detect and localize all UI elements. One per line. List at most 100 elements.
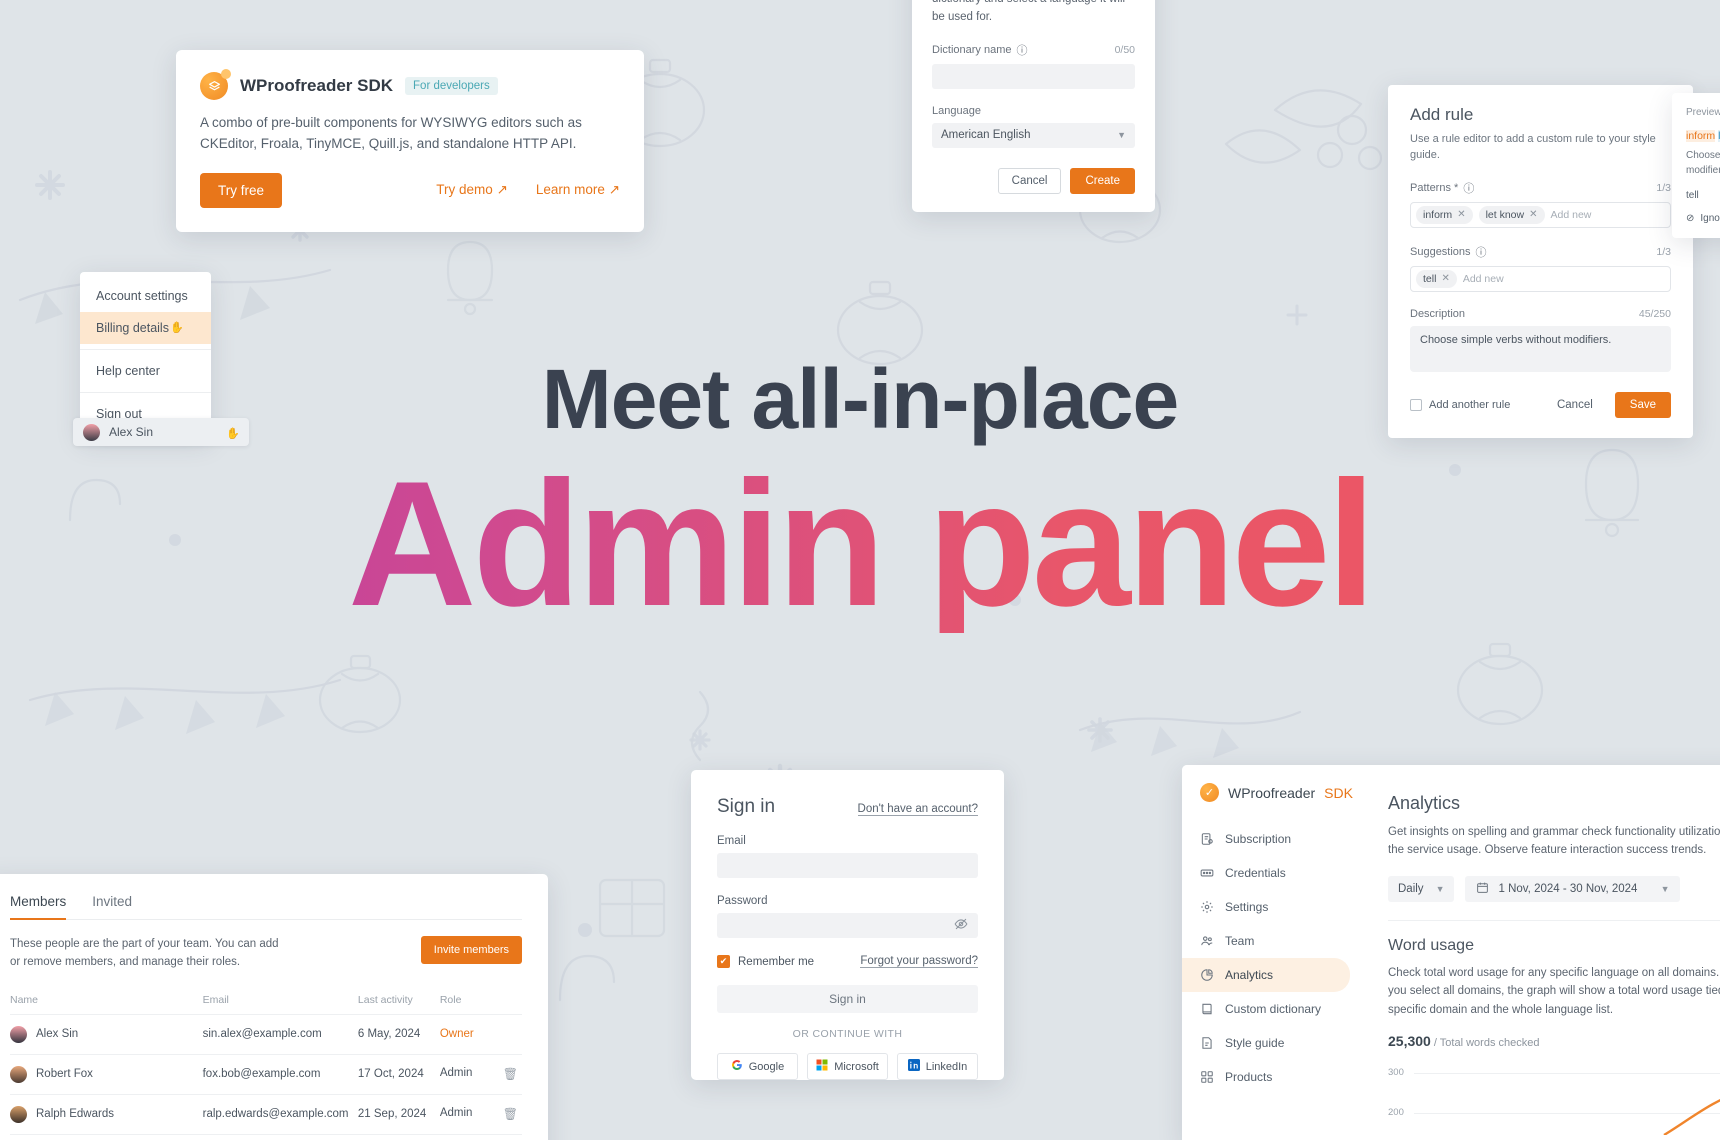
table-row[interactable]: Robert Fox fox.bob@example.com 17 Oct, 2… [10, 1053, 522, 1095]
menu-item-help-center[interactable]: Help center [80, 355, 211, 387]
trash-icon[interactable]: 🗑 [503, 1107, 518, 1121]
sidebar-item-team[interactable]: Team [1182, 924, 1362, 958]
patterns-tag-field[interactable]: inform ✕ let know ✕ Add new [1410, 201, 1671, 228]
pattern-tag[interactable]: inform ✕ [1416, 205, 1473, 224]
members-table-header: Name Email Last activity Role [10, 986, 522, 1015]
sdk-card-header: WProofreader SDK For developers [200, 69, 620, 100]
pattern-tag[interactable]: let know ✕ [1478, 205, 1545, 224]
info-icon[interactable]: ⓘ [1476, 244, 1487, 260]
wproofreader-check-icon: ✓ [1200, 783, 1219, 802]
add-rule-cancel-button[interactable]: Cancel [1544, 393, 1606, 417]
preview-tab-label: Preview [1686, 107, 1720, 118]
info-icon[interactable]: ⓘ [1463, 180, 1474, 196]
tab-invited[interactable]: Invited [92, 894, 132, 920]
suggestion-tag-label: tell [1423, 272, 1437, 285]
preview-suggestion[interactable]: tell [1686, 190, 1720, 201]
preview-ignore-all[interactable]: ⊘ Ignore all [1686, 213, 1720, 224]
subscription-icon [1200, 832, 1214, 846]
table-row[interactable]: Alex Sin sin.alex@example.com 6 May, 202… [10, 1013, 522, 1055]
suggestions-add-new-input[interactable]: Add new [1463, 273, 1504, 285]
trash-icon[interactable]: 🗑 [503, 1067, 518, 1081]
account-chip-name: Alex Sin [109, 425, 154, 439]
google-sign-in-button[interactable]: Google [717, 1053, 798, 1080]
suggestion-tag[interactable]: tell ✕ [1416, 269, 1457, 288]
avatar [10, 1065, 27, 1083]
sidebar-item-label: Products [1225, 1070, 1273, 1084]
add-another-rule-checkbox[interactable]: Add another rule [1410, 398, 1510, 411]
table-row[interactable]: Ralph Edwards ralp.edwards@example.com 2… [10, 1093, 522, 1135]
microsoft-sign-in-button[interactable]: Microsoft [807, 1053, 888, 1080]
dictionary-cancel-button[interactable]: Cancel [997, 167, 1062, 194]
column-name: Name [10, 993, 39, 1006]
menu-item-account-settings[interactable]: Account settings [80, 280, 211, 312]
sidebar-item-settings[interactable]: Settings [1182, 890, 1362, 924]
create-dictionary-dialog: Enter a user-friendly name for your dict… [912, 0, 1155, 212]
checkbox-icon[interactable] [1410, 398, 1422, 411]
column-email: Email [202, 993, 229, 1006]
member-role: Owner [439, 1028, 474, 1041]
info-icon[interactable]: ⓘ [1016, 42, 1027, 58]
menu-divider [80, 349, 211, 350]
account-chip[interactable]: Alex Sin [73, 418, 249, 446]
try-free-button[interactable]: Try free [200, 172, 283, 208]
suggestions-tag-field[interactable]: tell ✕ Add new [1410, 265, 1671, 292]
sidebar-item-label: Analytics [1225, 968, 1274, 982]
sidebar-item-analytics[interactable]: Analytics [1182, 958, 1350, 992]
no-account-link[interactable]: Don't have an account? [857, 803, 978, 816]
sidebar-item-products[interactable]: Products [1182, 1060, 1362, 1094]
invite-members-button[interactable]: Invite members [420, 936, 522, 964]
close-icon[interactable]: ✕ [1529, 209, 1537, 220]
gear-icon [1200, 900, 1214, 914]
preview-body-text: Choose simple ve without modifiers. [1686, 150, 1720, 176]
sidebar-item-credentials[interactable]: Credentials [1182, 856, 1362, 890]
remember-me-checkbox[interactable]: ✔ [717, 955, 730, 968]
date-range-picker[interactable]: 1 Nov, 2024 - 30 Nov, 2024 ▼ [1465, 875, 1681, 902]
close-icon[interactable]: ✕ [1457, 209, 1465, 220]
patterns-add-new-input[interactable]: Add new [1551, 209, 1592, 221]
analytics-controls: Daily ▼ 1 Nov, 2024 - 30 Nov, 2024 ▼ [1388, 875, 1720, 902]
members-table: Name Email Last activity Role Alex Sin s… [10, 986, 522, 1140]
members-tabs: Members Invited [10, 894, 522, 920]
tab-members[interactable]: Members [10, 894, 67, 920]
password-field[interactable] [717, 913, 978, 938]
forgot-password-link[interactable]: Forgot your password? [860, 955, 978, 968]
sidebar-item-subscription[interactable]: Subscription [1182, 822, 1362, 856]
dictionary-language-select[interactable]: American English ▼ [932, 122, 1135, 148]
try-demo-link[interactable]: Try demo ↗ [436, 182, 508, 198]
word-usage-heading: Word usage [1388, 936, 1474, 954]
eye-off-icon[interactable] [954, 917, 968, 934]
menu-item-billing-details[interactable]: Billing details [80, 312, 211, 344]
table-row[interactable]: Courtney Henry henry.courtney@example.co… [10, 1133, 522, 1140]
sidebar-item-custom-dictionary[interactable]: Custom dictionary [1182, 992, 1362, 1026]
member-email: sin.alex@example.com [202, 1013, 358, 1055]
add-rule-save-button[interactable]: Save [1614, 391, 1671, 418]
dictionary-icon [1200, 1002, 1214, 1016]
description-textarea[interactable]: Choose simple verbs without modifiers. [1410, 325, 1671, 372]
learn-more-link[interactable]: Learn more ↗ [536, 182, 620, 198]
linkedin-sign-in-button[interactable]: LinkedIn [897, 1053, 978, 1080]
style-guide-icon [1200, 1036, 1214, 1050]
email-label: Email [717, 835, 746, 847]
external-link-icon: ↗ [608, 182, 620, 198]
granularity-select[interactable]: Daily ▼ [1388, 875, 1455, 902]
member-activity: 21 Sep, 2024 [357, 1093, 440, 1135]
analytics-heading: Analytics [1388, 793, 1461, 813]
sdk-card-description: A combo of pre-built components for WYSI… [200, 115, 582, 151]
description-counter: 45/250 [1638, 307, 1671, 320]
close-icon[interactable]: ✕ [1441, 273, 1449, 284]
member-email: ralp.edwards@example.com [202, 1093, 358, 1135]
analytics-description: Get insights on spelling and grammar che… [1388, 826, 1720, 857]
email-field[interactable] [717, 853, 978, 878]
admin-brand-name: WProofreader [1228, 784, 1316, 801]
dictionary-create-button[interactable]: Create [1070, 167, 1135, 194]
member-name: Alex Sin [36, 1028, 79, 1041]
dictionary-name-input[interactable] [932, 63, 1135, 89]
sdk-card-links: Try demo ↗ Learn more ↗ [436, 182, 620, 198]
members-description-row: These people are the part of your team. … [10, 936, 522, 972]
sign-in-button[interactable]: Sign in [717, 985, 978, 1013]
patterns-label-text: Patterns * [1410, 181, 1459, 194]
rule-preview-panel: Preview let kn inform let kn Choose simp… [1672, 93, 1720, 238]
add-rule-title: Add rule [1410, 105, 1474, 124]
sidebar-item-style-guide[interactable]: Style guide [1182, 1026, 1362, 1060]
remember-row: ✔ Remember me Forgot your password? [717, 955, 978, 968]
